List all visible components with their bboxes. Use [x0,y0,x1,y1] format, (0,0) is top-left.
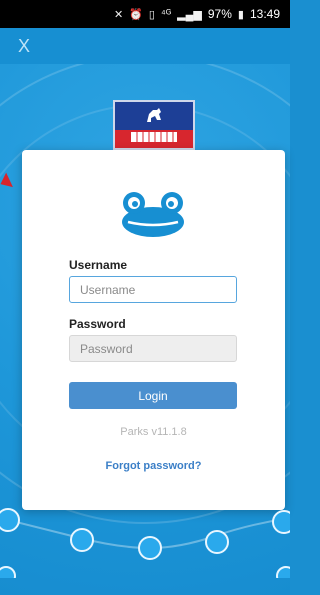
status-bar: ✕ ⏰ ▯ ⁴ᴳ ▂▄▆ 97% ▮ 13:49 [0,0,290,28]
chain-dot [70,528,94,552]
version-text: Parks v11.1.8 [120,426,187,438]
frog-logo [122,192,184,237]
forgot-password-link[interactable]: Forgot password? [22,460,285,472]
signal-bars-icon: ▂▄▆ [177,8,202,21]
login-card: Username Password Login Parks v11.1.8 Fo… [22,150,285,510]
crest-teeth-icon [131,132,177,142]
crest-animal-icon [147,108,161,122]
volte-icon: ▯ [148,8,155,21]
login-button[interactable]: Login [69,382,237,409]
chain-dot [0,566,16,578]
chain-dot [0,508,20,532]
status-time: 13:49 [249,7,280,21]
crest-band [115,130,193,148]
username-input[interactable] [69,276,237,303]
decorative-chain [0,508,290,578]
chain-dot [272,510,290,534]
chain-dot [205,530,229,554]
signal-icon: ⁴ᴳ [160,8,172,20]
username-label: Username [69,258,128,272]
chain-dot [138,536,162,560]
chain-dot [276,566,290,578]
alarm-icon: ⏰ [129,8,143,21]
battery-icon: ▮ [237,8,244,21]
mute-icon: ✕ [113,8,124,21]
password-label: Password [69,317,126,331]
app-bar: X [0,28,290,64]
school-crest-icon [113,100,195,150]
battery-percent: 97% [207,7,232,21]
password-input[interactable] [69,335,237,362]
close-icon[interactable]: X [18,36,30,56]
